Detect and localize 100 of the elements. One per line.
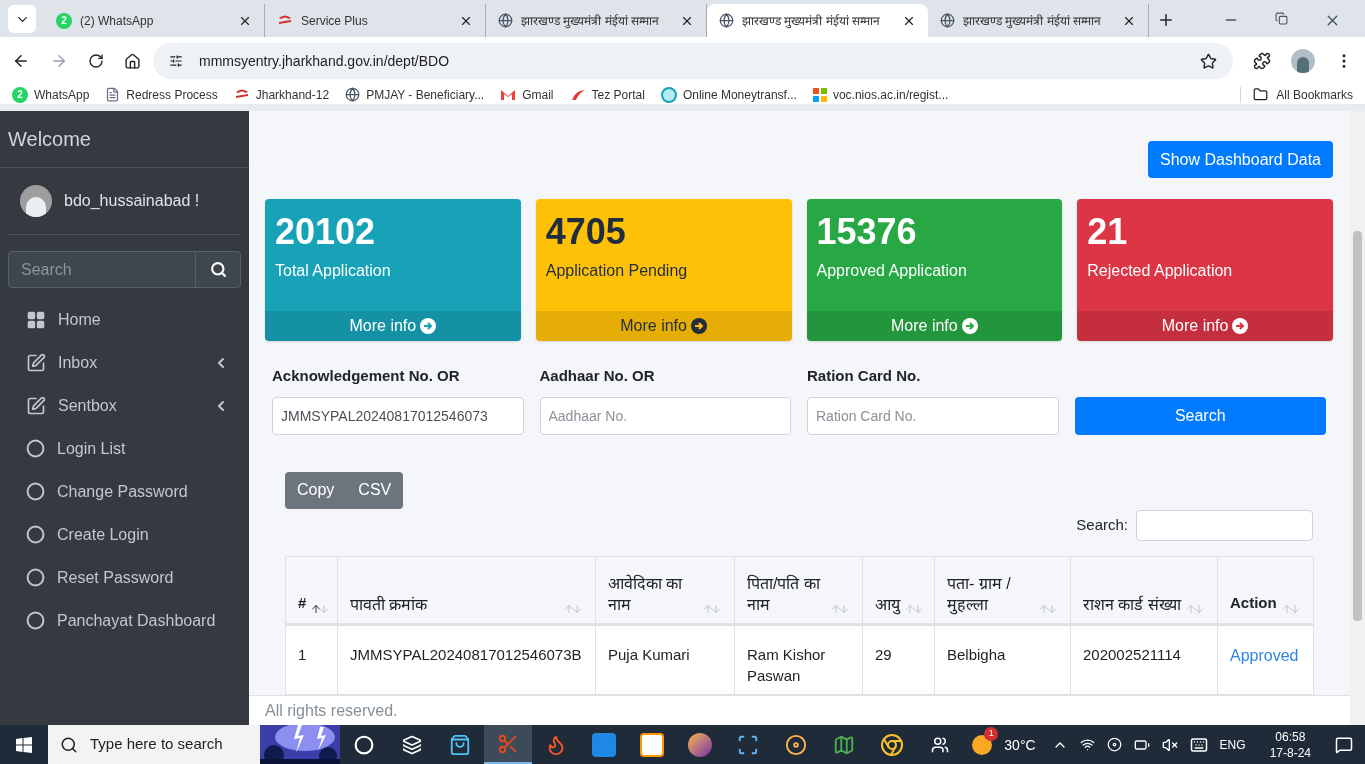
reload-icon[interactable]	[88, 53, 104, 69]
bookmark-link[interactable]: Gmail	[522, 86, 554, 103]
wifi-icon[interactable]	[1079, 737, 1095, 752]
search-button[interactable]: Search	[1074, 396, 1326, 435]
table-cell: 29	[862, 624, 935, 694]
restore-icon[interactable]	[1275, 12, 1288, 25]
temperature[interactable]: 30°C	[1004, 734, 1036, 755]
app-icon[interactable]	[640, 732, 664, 757]
sidebar-item[interactable]: Reset Password	[0, 556, 249, 599]
arrow-circle-icon	[1232, 318, 1249, 334]
bookmark-star-icon[interactable]	[1200, 52, 1217, 70]
input-field[interactable]: JMMSYPAL20240817012546073	[272, 396, 524, 435]
sort-icon[interactable]	[310, 602, 331, 615]
search-icon	[60, 735, 78, 754]
scanner-icon[interactable]	[737, 733, 759, 756]
sidebar-item[interactable]: Sentbox	[0, 384, 249, 427]
forward-icon[interactable]	[50, 52, 68, 70]
home-icon[interactable]	[124, 52, 141, 70]
tab-title: झारखण्ड मुख्यमंत्री मंईयां सम्मान	[963, 12, 1102, 29]
search-icon	[209, 261, 227, 278]
mute-icon[interactable]	[1161, 736, 1178, 753]
bookmark-link[interactable]: Redress Process	[126, 86, 218, 103]
sidebar-item[interactable]: Inbox	[0, 341, 249, 384]
stat-label: Total Application	[275, 261, 392, 281]
swoosh-icon	[569, 87, 586, 102]
arrow-circle-icon	[690, 318, 707, 334]
globe-icon	[345, 87, 361, 102]
sidebar-item[interactable]: Home	[0, 298, 249, 341]
dashboard-button[interactable]: Show Dashboard Data	[1148, 141, 1333, 178]
map-icon[interactable]	[833, 733, 855, 756]
arrow-circle-icon	[961, 318, 978, 334]
table-search-field[interactable]	[1136, 509, 1313, 541]
search-label: Search:	[1076, 514, 1128, 535]
globe-icon	[940, 13, 955, 28]
field-label: Acknowledgement No. OR	[272, 366, 461, 386]
sidebar-item[interactable]: Change Password	[0, 470, 249, 513]
s-logo-icon	[277, 14, 293, 27]
browser-icon[interactable]	[688, 732, 712, 757]
approved-link[interactable]: Approved	[1230, 646, 1299, 664]
store-icon[interactable]	[449, 733, 471, 756]
arrow-circle-icon	[420, 318, 437, 334]
folder-icon	[1253, 87, 1269, 102]
bookmark-link[interactable]: Jharkhand-12	[255, 86, 330, 103]
avatar	[20, 185, 52, 217]
taskbar-search-field[interactable]: Type here to search	[48, 725, 340, 764]
circle-icon	[26, 611, 45, 630]
bookmark-link[interactable]: Online Moneytransf...	[682, 86, 797, 103]
bookmark-link[interactable]: PMJAY - Beneficiary...	[366, 86, 485, 103]
squares-icon	[812, 87, 827, 102]
site-settings-icon[interactable]	[169, 54, 183, 68]
keyboard-icon[interactable]	[1189, 735, 1208, 754]
stat-label: Application Pending	[545, 261, 689, 281]
stat-number: 21	[1087, 211, 1129, 253]
bookmark-link[interactable]: All Bookmarks	[1276, 86, 1353, 103]
sidebar-item[interactable]: Login List	[0, 427, 249, 470]
search-input[interactable]: Search	[9, 252, 195, 287]
task-view-icon[interactable]	[402, 734, 422, 755]
input-field[interactable]: Ration Card No.	[807, 396, 1059, 435]
table-cell: Belbigha	[934, 624, 1071, 694]
people-icon[interactable]	[931, 735, 949, 754]
sidebar-search-field[interactable]: Search	[8, 251, 241, 288]
more-info-link[interactable]: More info	[1077, 311, 1333, 341]
circle-icon	[26, 568, 45, 587]
input-field[interactable]: Aadhaar No.	[539, 396, 791, 435]
notifications-icon[interactable]	[1335, 735, 1353, 754]
profile-avatar[interactable]	[1291, 49, 1315, 73]
tab-title: (2) WhatsApp	[80, 12, 155, 29]
table-cell: 1	[285, 624, 338, 694]
sidebar-item[interactable]: Create Login	[0, 513, 249, 556]
more-info-link[interactable]: More info	[806, 311, 1063, 341]
bookmark-link[interactable]: voc.nios.ac.in/regist...	[832, 86, 949, 103]
more-info-link[interactable]: More info	[265, 311, 521, 341]
stat-label: Approved Application	[816, 261, 968, 281]
back-icon[interactable]	[12, 52, 30, 70]
address-bar[interactable]: mmmsyentry.jharkhand.gov.in/dept/BDO	[153, 43, 1233, 79]
new-tab-icon[interactable]	[1157, 11, 1175, 29]
sidebar-item[interactable]: Panchayat Dashboard	[0, 599, 249, 642]
circle-icon	[26, 482, 45, 501]
table-cell: Puja Kumari	[595, 624, 735, 694]
chat-icon: 2	[12, 86, 28, 103]
bookmark-link[interactable]: WhatsApp	[34, 86, 90, 103]
export-button[interactable]: Copy	[285, 471, 347, 509]
tab-title: झारखण्ड मुख्यमंत्री मंईयां सम्मान	[521, 12, 660, 29]
browser-tab[interactable]: झारखण्ड मुख्यमंत्री मंईयां सम्मान	[707, 4, 928, 37]
circle-logo-icon	[660, 86, 677, 103]
cortana-icon[interactable]	[354, 734, 374, 755]
weather-icon[interactable]	[972, 734, 993, 755]
language-indicator[interactable]: ENG	[1219, 736, 1246, 753]
bookmark-link[interactable]: Tez Portal	[591, 86, 645, 103]
circle-icon	[26, 525, 45, 544]
extensions-icon[interactable]	[1253, 52, 1271, 70]
url-text: mmmsyentry.jharkhand.gov.in/dept/BDO	[199, 52, 450, 71]
windows-logo-icon	[16, 736, 32, 753]
tab-title: झारखण्ड मुख्यमंत्री मंईयां सम्मान	[742, 12, 881, 29]
user-name: bdo_hussainabad !	[64, 191, 200, 211]
disc-icon[interactable]	[785, 733, 807, 756]
clock[interactable]: 06:58 17-8-24	[1269, 728, 1311, 761]
edit-icon	[26, 352, 46, 373]
more-info-link[interactable]: More info	[535, 311, 792, 341]
export-button[interactable]: CSV	[346, 471, 404, 509]
